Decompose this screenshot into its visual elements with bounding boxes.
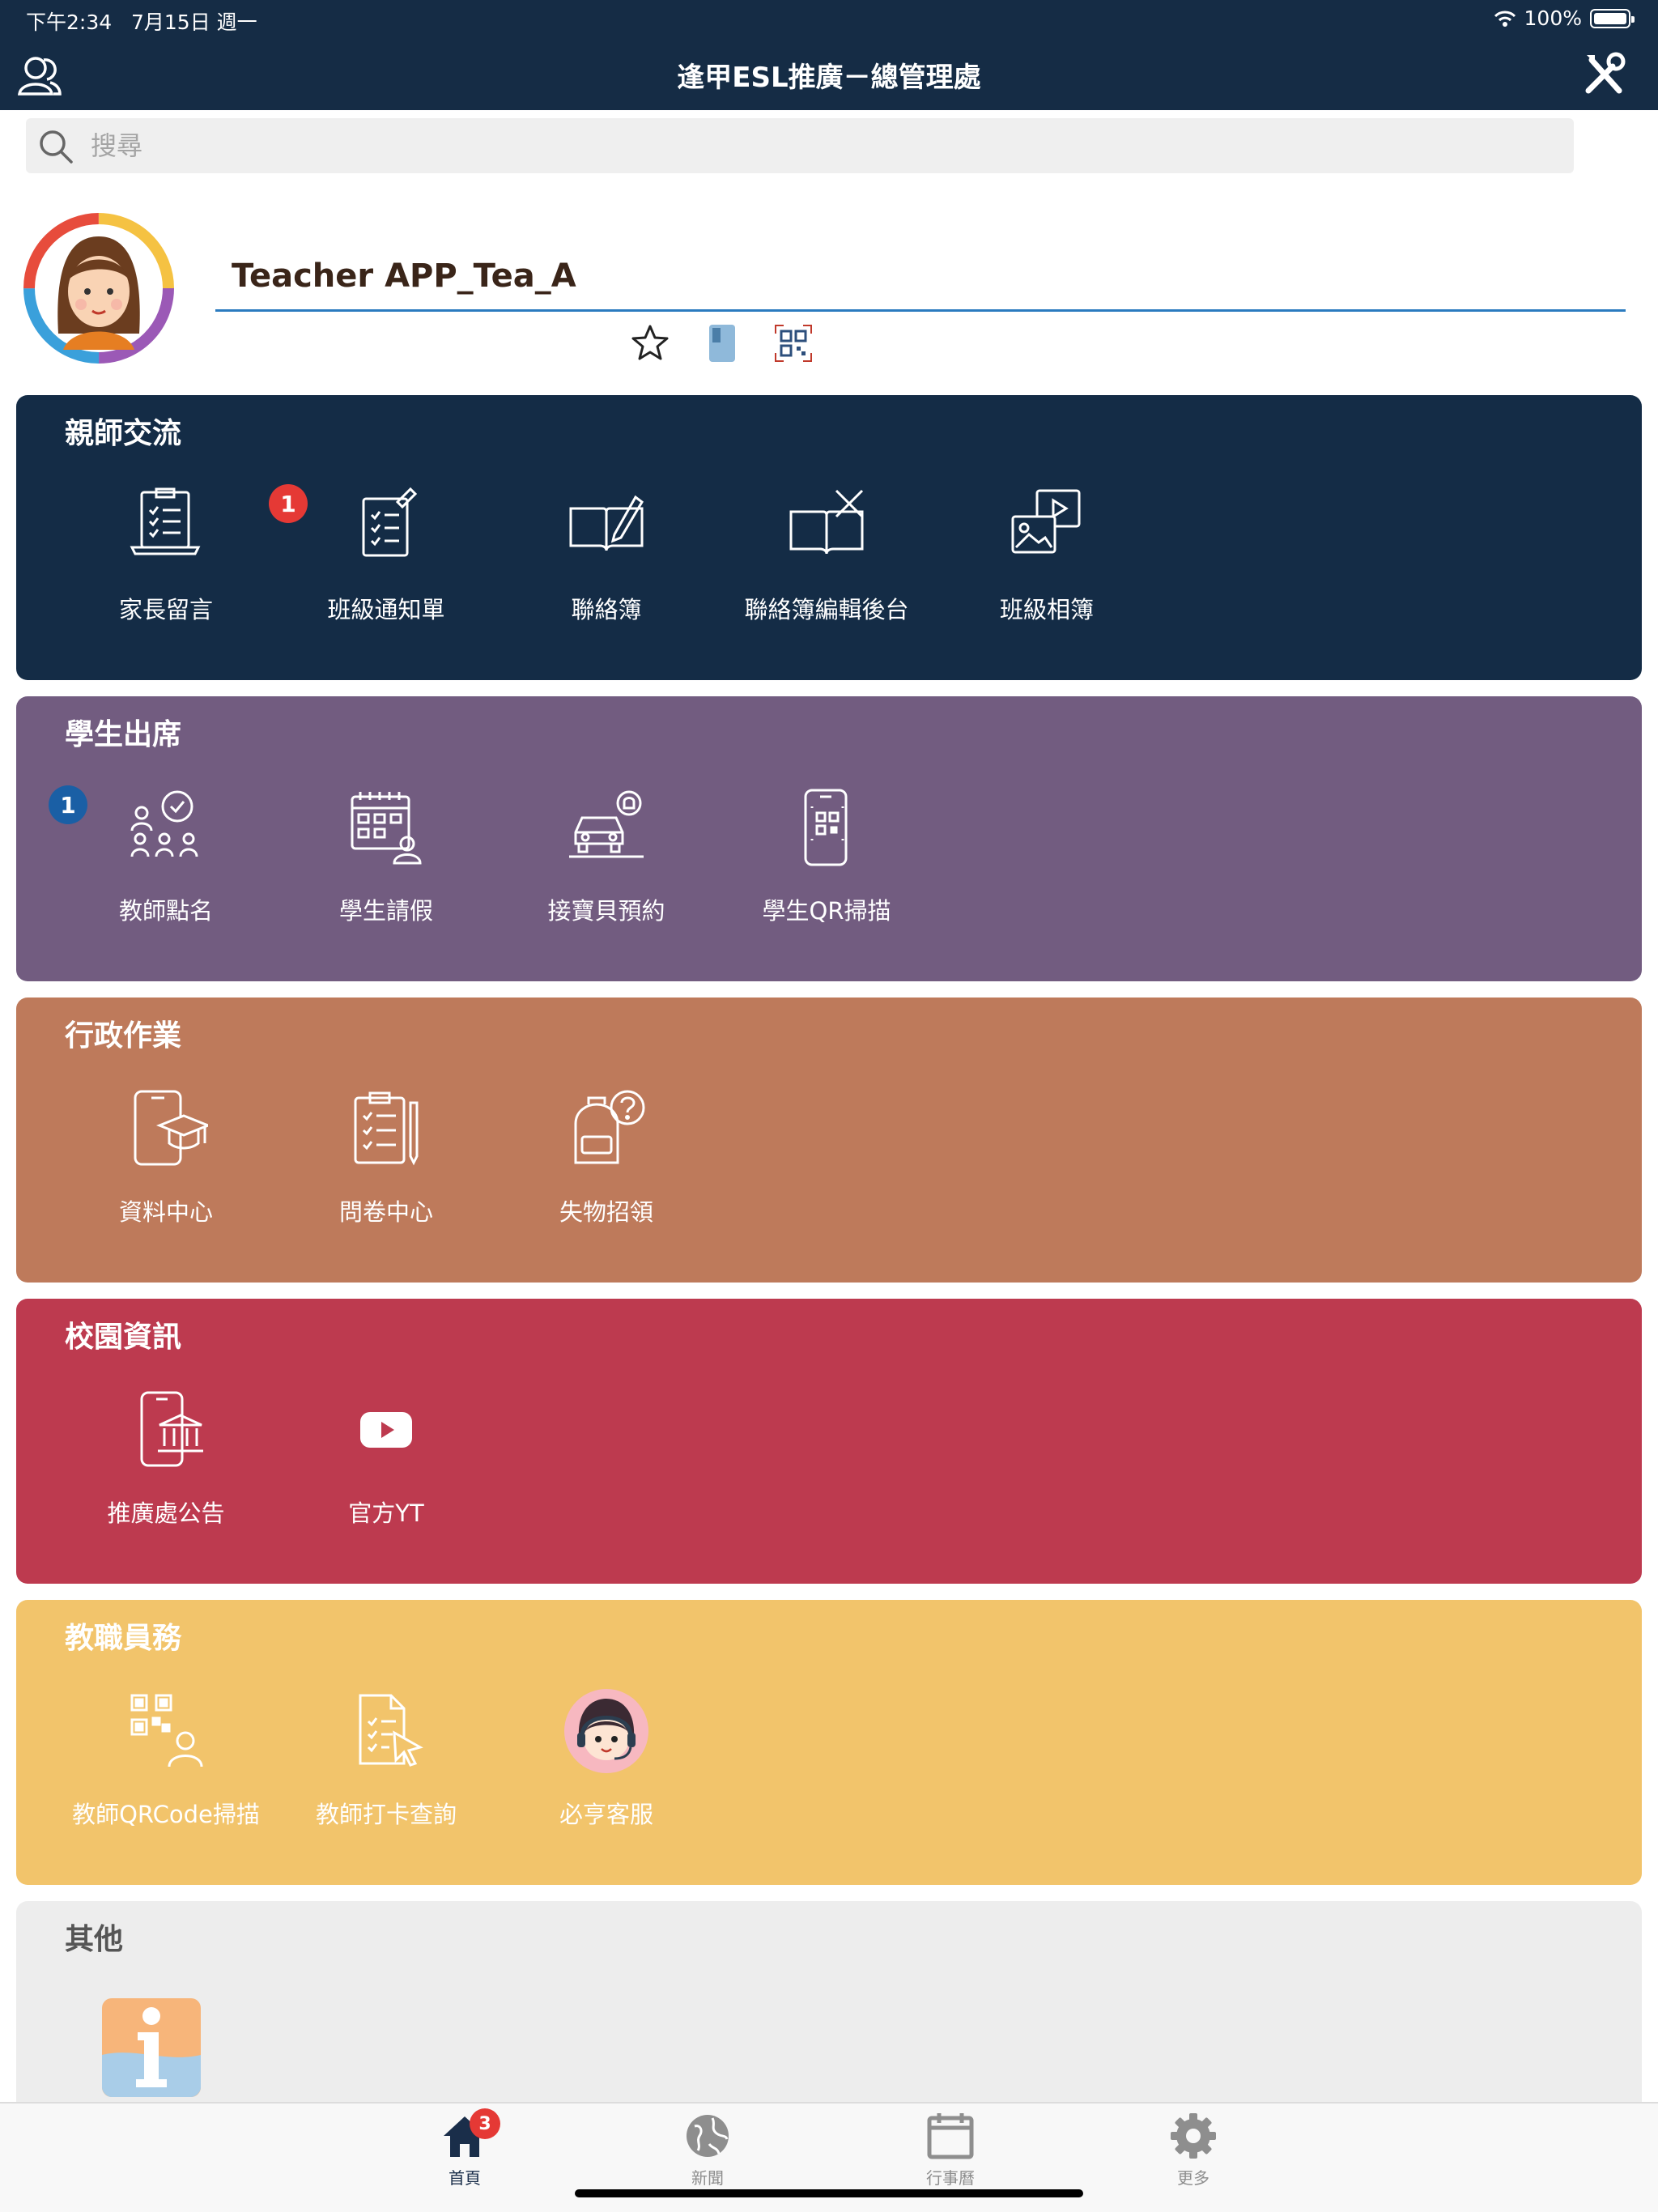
tab-news[interactable]: 新聞 — [627, 2112, 789, 2201]
name-underline — [215, 309, 1626, 312]
section-title: 親師交流 — [65, 417, 182, 450]
tile-label: 班級通知單 — [327, 596, 445, 623]
tile-label: 聯絡簿編輯後台 — [744, 596, 909, 623]
tile-label: 接寶貝預約 — [547, 897, 665, 925]
tab-label: 首頁 — [449, 2168, 481, 2188]
tile-contact-book[interactable]: 聯絡簿 — [497, 484, 716, 638]
tile-label: 班級相簿 — [999, 596, 1094, 623]
app-title: 逢甲ESL推廣－總管理處 — [677, 62, 981, 94]
section-title: 其他 — [65, 1923, 124, 1956]
tile-parent-messages[interactable]: 家長留言 — [57, 484, 275, 638]
tile-label: 失物招領 — [559, 1198, 653, 1226]
tile-contact-book-admin[interactable]: 聯絡簿編輯後台 — [717, 484, 936, 638]
battery-icon — [1590, 8, 1635, 28]
photo-album-icon — [1011, 489, 1081, 554]
favorite-star-icon[interactable] — [627, 321, 673, 366]
section-campus-info: 校園資訊 推廣處公告 官方YT — [16, 1299, 1642, 1584]
app-screen: 下午2:34 7月15日 週一 100% 逢甲ESL推廣－總管理處 搜尋 Tea… — [0, 0, 1658, 2212]
book-pen-icon — [569, 495, 644, 551]
tools-icon[interactable] — [1580, 50, 1629, 99]
tile-label: 資料中心 — [118, 1198, 213, 1226]
tile-student-qr-scan[interactable]: 學生QR掃描 — [717, 785, 936, 939]
section-title: 行政作業 — [65, 1019, 182, 1053]
section-title: 學生出席 — [65, 718, 182, 751]
tab-label: 新聞 — [691, 2168, 724, 2188]
section-title: 教職員務 — [65, 1622, 182, 1655]
tile-label: 推廣處公告 — [107, 1499, 225, 1527]
home-indicator — [575, 2189, 1083, 2197]
phone-card-icon[interactable] — [699, 321, 745, 366]
calendar-icon — [927, 2113, 974, 2159]
section-staff: 教職員務 教師QRCode掃描 教師打卡查詢 必亨客服 — [16, 1600, 1642, 1885]
document-cursor-icon — [359, 1694, 423, 1767]
status-time: 下午2:34 — [26, 11, 113, 34]
tile-pickup-booking[interactable]: 接寶貝預約 — [497, 785, 716, 939]
search-bar — [26, 118, 1574, 173]
user-name: Teacher APP_Tea_A — [232, 257, 576, 295]
status-time-date: 下午2:34 7月15日 週一 — [26, 6, 257, 36]
tile-teacher-qr-scan[interactable]: 教師QRCode掃描 — [57, 1689, 275, 1843]
backpack-question-icon — [574, 1090, 645, 1164]
tile-class-album[interactable]: 班級相簿 — [937, 484, 1156, 638]
car-bell-icon — [569, 790, 644, 858]
tile-customer-service[interactable]: 必亨客服 — [497, 1689, 716, 1843]
tab-home[interactable]: 首頁 — [384, 2112, 546, 2201]
tile-label: 問卷中心 — [338, 1198, 433, 1226]
tab-calendar[interactable]: 行事曆 — [869, 2112, 1031, 2201]
tile-teacher-rollcall[interactable]: 教師點名 — [57, 785, 275, 939]
section-admin: 行政作業 資料中心 問卷中心 失物招領 — [16, 998, 1642, 1283]
tab-label: 行事曆 — [926, 2168, 975, 2188]
tile-official-youtube[interactable]: 官方YT — [277, 1388, 495, 1542]
phone-qr-icon — [804, 789, 848, 866]
tile-student-leave[interactable]: 學生請假 — [277, 785, 495, 939]
home-badge: 3 — [470, 2108, 500, 2139]
tile-label: 聯絡簿 — [571, 596, 642, 623]
notification-badge: 1 — [269, 484, 308, 523]
search-input[interactable] — [91, 123, 1532, 168]
gear-icon — [1171, 2113, 1216, 2159]
avatar[interactable] — [23, 212, 175, 364]
tile-label: 教師打卡查詢 — [315, 1801, 457, 1828]
notification-badge: 1 — [49, 785, 87, 824]
tile-label: 家長留言 — [118, 596, 213, 623]
book-tools-icon — [789, 489, 864, 555]
tile-label: 必亨客服 — [559, 1801, 653, 1828]
tile-announcements[interactable]: 推廣處公告 — [57, 1388, 275, 1542]
calendar-person-icon — [351, 792, 422, 865]
globe-icon — [687, 2115, 729, 2157]
support-agent-icon — [564, 1689, 648, 1773]
rollcall-icon — [130, 790, 198, 857]
survey-clipboard-icon — [354, 1091, 419, 1166]
info-app-icon[interactable] — [102, 1998, 201, 2097]
section-title: 校園資訊 — [65, 1321, 182, 1354]
tile-label: 教師QRCode掃描 — [72, 1801, 260, 1828]
wifi-icon — [1494, 11, 1516, 27]
tile-label: 學生請假 — [338, 897, 433, 925]
tab-label: 更多 — [1177, 2168, 1209, 2188]
phone-building-icon — [140, 1391, 203, 1467]
clipboard-laptop-icon — [130, 487, 201, 555]
navigation-bar: 下午2:34 7月15日 週一 100% 逢甲ESL推廣－總管理處 — [0, 0, 1658, 110]
tab-more[interactable]: 更多 — [1112, 2112, 1274, 2201]
search-icon — [40, 130, 73, 164]
tile-label: 教師點名 — [118, 897, 213, 925]
section-parent-teacher: 親師交流 家長留言 班級通知單 1 聯絡簿 聯絡簿編輯後台 班級相簿 — [16, 395, 1642, 680]
tile-teacher-clockin[interactable]: 教師打卡查詢 — [277, 1689, 495, 1843]
tile-survey-center[interactable]: 問卷中心 — [277, 1087, 495, 1240]
tile-label: 官方YT — [348, 1499, 424, 1527]
notice-checklist-icon — [362, 487, 418, 557]
tile-info-center[interactable]: 資料中心 — [57, 1087, 275, 1240]
qr-person-icon — [130, 1694, 203, 1767]
tile-label: 學生QR掃描 — [762, 897, 891, 925]
section-attendance: 學生出席 教師點名 1 學生請假 接寶貝預約 學生QR掃描 — [16, 696, 1642, 981]
battery-percent: 100% — [1524, 6, 1582, 30]
tile-lost-found[interactable]: 失物招領 — [497, 1087, 716, 1240]
phone-graduation-icon — [134, 1090, 208, 1166]
avatar-image — [23, 213, 174, 364]
status-indicators: 100% — [1494, 6, 1635, 30]
youtube-icon — [360, 1412, 412, 1448]
tile-class-notice[interactable]: 班級通知單 — [277, 484, 495, 638]
status-date: 7月15日 週一 — [130, 11, 257, 34]
qr-code-icon[interactable] — [771, 321, 816, 366]
